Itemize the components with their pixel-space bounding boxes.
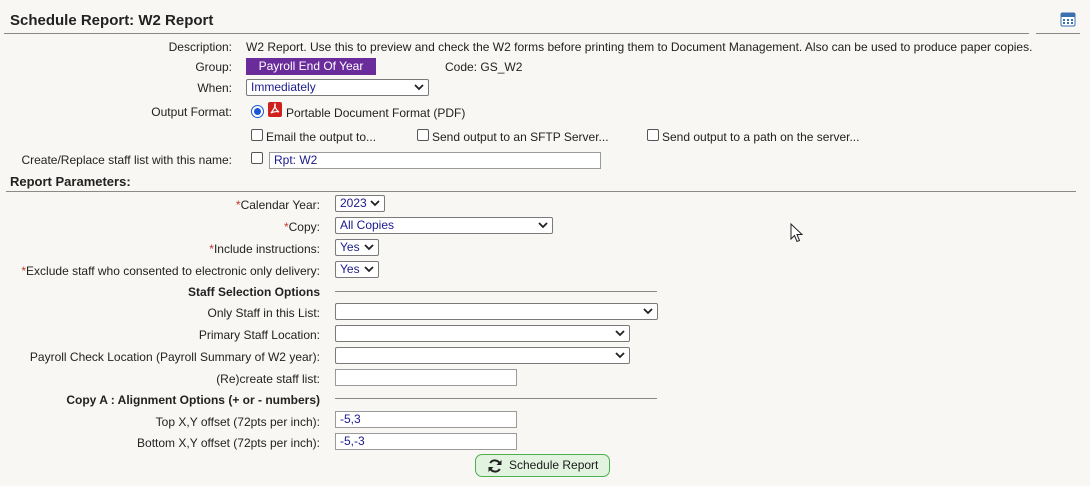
chevron-down-icon: [414, 84, 424, 91]
payroll-check-location-label: Payroll Check Location (Payroll Summary …: [29, 350, 320, 364]
bottom-offset-label: Bottom X,Y offset (72pts per inch):: [137, 436, 320, 450]
path-output-checkbox[interactable]: [647, 129, 659, 141]
when-label: When:: [197, 81, 232, 95]
copy-select[interactable]: All Copies: [335, 217, 553, 234]
sftp-output-label[interactable]: Send output to an SFTP Server...: [432, 130, 609, 144]
bottom-offset-input[interactable]: -5,-3: [335, 433, 517, 450]
calendar-year-label: *Calendar Year:: [235, 198, 320, 212]
include-instructions-label: *Include instructions:: [209, 242, 320, 256]
copy-value: All Copies: [340, 218, 395, 232]
payroll-check-location-select[interactable]: [335, 347, 630, 364]
exclude-staff-select[interactable]: Yes: [335, 261, 379, 278]
include-instructions-value: Yes: [340, 240, 360, 254]
output-format-radio[interactable]: [251, 105, 264, 118]
staff-list-name-input[interactable]: Rpt: W2: [269, 152, 601, 169]
staff-selection-heading: Staff Selection Options: [187, 285, 320, 299]
chevron-down-icon: [615, 330, 625, 337]
calendar-year-value: 2023: [340, 196, 367, 210]
chevron-down-icon: [538, 222, 548, 229]
primary-location-select[interactable]: [335, 325, 630, 342]
alignment-divider: [335, 398, 657, 399]
copy-label: *Copy:: [283, 220, 320, 234]
chevron-down-icon: [364, 244, 374, 251]
pdf-icon: [268, 102, 282, 117]
schedule-report-button[interactable]: Schedule Report: [475, 454, 610, 477]
recreate-staff-list-input[interactable]: [335, 369, 517, 386]
description-label: Description:: [168, 40, 232, 54]
primary-location-label: Primary Staff Location:: [198, 328, 320, 342]
sftp-output-checkbox[interactable]: [417, 129, 429, 141]
chevron-down-icon: [615, 352, 625, 359]
when-select[interactable]: Immediately: [246, 79, 429, 96]
refresh-icon: [488, 459, 502, 473]
email-output-label[interactable]: Email the output to...: [266, 130, 376, 144]
alignment-heading: Copy A : Alignment Options (+ or - numbe…: [66, 393, 320, 407]
top-offset-label: Top X,Y offset (72pts per inch):: [155, 415, 320, 429]
title-divider-right: [1036, 33, 1080, 34]
section-divider: [6, 191, 1076, 192]
top-offset-input[interactable]: -5,3: [335, 411, 517, 428]
description-text: W2 Report. Use this to preview and check…: [246, 40, 1033, 54]
staff-list-checkbox[interactable]: [251, 152, 263, 164]
exclude-staff-label: *Exclude staff who consented to electron…: [21, 264, 320, 278]
code-text: Code: GS_W2: [445, 60, 523, 74]
group-label: Group:: [195, 60, 232, 74]
schedule-report-label: Schedule Report: [509, 458, 599, 472]
output-format-option: Portable Document Format (PDF): [286, 106, 466, 120]
report-parameters-heading: Report Parameters:: [10, 174, 131, 189]
chevron-down-icon: [364, 266, 374, 273]
staff-list-label: Create/Replace staff list with this name…: [21, 153, 232, 167]
output-format-label: Output Format:: [151, 105, 232, 119]
chevron-down-icon: [370, 200, 380, 207]
path-output-label[interactable]: Send output to a path on the server...: [662, 130, 859, 144]
title-divider: [4, 33, 1029, 34]
exclude-staff-value: Yes: [340, 262, 360, 276]
group-badge: Payroll End Of Year: [246, 58, 376, 75]
staff-selection-divider: [335, 291, 657, 292]
page-title: Schedule Report: W2 Report: [10, 12, 214, 29]
only-staff-label: Only Staff in this List:: [207, 306, 321, 320]
calendar-year-select[interactable]: 2023: [335, 195, 385, 212]
calendar-icon[interactable]: [1060, 11, 1076, 27]
mouse-cursor-icon: [790, 223, 804, 243]
only-staff-select[interactable]: [335, 303, 658, 320]
chevron-down-icon: [643, 308, 653, 315]
when-value: Immediately: [251, 80, 316, 94]
include-instructions-select[interactable]: Yes: [335, 239, 379, 256]
recreate-staff-list-label: (Re)create staff list:: [216, 372, 320, 386]
email-output-checkbox[interactable]: [251, 129, 263, 141]
